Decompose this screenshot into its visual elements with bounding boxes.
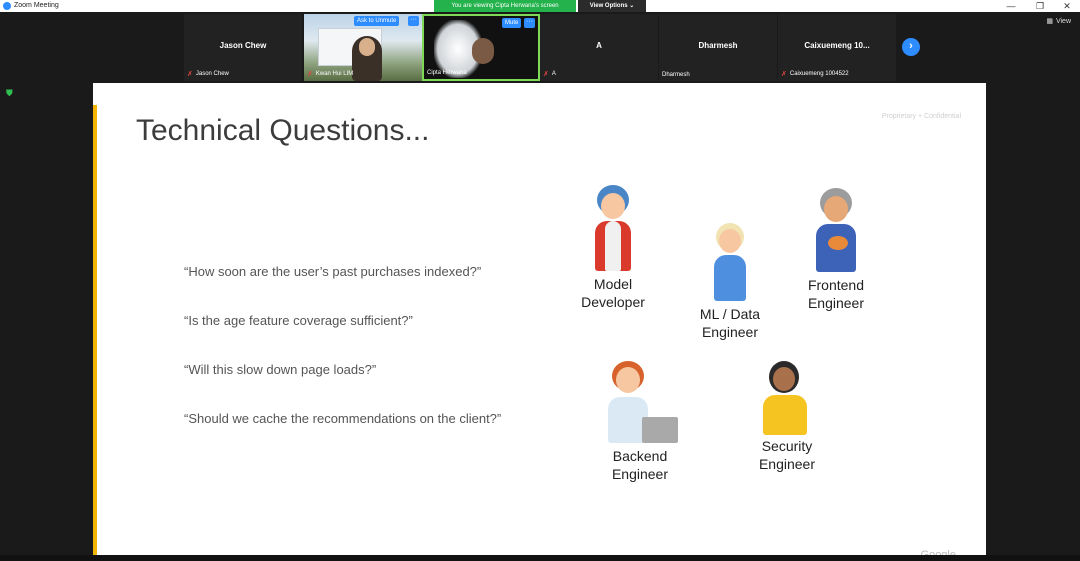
persona-label: Engineer (758, 456, 816, 472)
persona-model-developer: Model Developer (568, 183, 658, 311)
persona-label: Engineer (701, 324, 759, 340)
mic-muted-icon: ✗ (307, 71, 313, 78)
more-options-icon[interactable]: ··· (408, 16, 419, 26)
persona-label: Engineer (807, 295, 865, 311)
backend-engineer-illustration (600, 361, 680, 447)
persona-label: ML / Data (699, 306, 761, 322)
persona-security-engineer: Security Engineer (741, 361, 833, 473)
screen-share-banner: You are viewing Cipta Herwana's screen (434, 0, 576, 12)
question-item: “How soon are the user’s past purchases … (184, 264, 482, 279)
active-speaker-tile[interactable]: Mute ··· Cipta Herwana (422, 14, 540, 81)
security-shield-icon[interactable]: ⛊ (6, 88, 13, 99)
view-options-button[interactable]: View Options ⌄ (578, 0, 646, 12)
close-button[interactable]: ✕ (1052, 0, 1080, 12)
participant-name: Jason Chew (219, 41, 267, 50)
window-title: Zoom Meeting (14, 2, 59, 9)
persona-label: Model (593, 276, 633, 292)
restore-button[interactable]: ❐ (1025, 0, 1055, 12)
question-item: “Should we cache the recommendations on … (184, 411, 502, 426)
frontend-engineer-illustration (804, 188, 868, 276)
participant-label: A (551, 71, 556, 77)
participant-video-tile[interactable]: Ask to Unmute ··· ✗ Kwan Hui LIM (304, 14, 422, 81)
question-item: “Is the age feature coverage sufficient?… (184, 313, 413, 328)
persona-label: Engineer (611, 466, 669, 482)
participant-tile[interactable]: Caixuemeng 10... ✗ Caixuemeng 1004522 (778, 14, 896, 81)
persona-label: Backend (612, 448, 668, 464)
persona-label: Developer (581, 294, 645, 310)
confidential-label: Proprietary + Confidential (881, 113, 961, 120)
participant-tile[interactable]: Jason Chew ✗ Jason Chew (184, 14, 302, 81)
view-button[interactable]: ▦ View (1046, 17, 1074, 25)
persona-frontend-engineer: Frontend Engineer (791, 188, 881, 312)
persona-label: Security (761, 438, 813, 454)
zoom-app-icon (3, 2, 11, 10)
shared-slide: Technical Questions... Proprietary + Con… (93, 83, 986, 555)
ml-data-engineer-illustration (700, 223, 760, 305)
participant-name: Dharmesh (698, 41, 738, 50)
grid-view-icon: ▦ (1046, 18, 1053, 25)
meeting-toolbar (0, 555, 1080, 561)
persona-label: Frontend (807, 277, 865, 293)
slide-accent-bar (93, 105, 97, 555)
participant-tile[interactable]: Dharmesh Dharmesh (659, 14, 777, 81)
participant-name: Caixuemeng 10... (804, 41, 870, 50)
model-developer-illustration (583, 183, 643, 275)
mic-muted-icon: ✗ (781, 71, 787, 78)
participant-label: Kwan Hui LIM (315, 71, 354, 77)
more-options-icon[interactable]: ··· (524, 18, 535, 28)
ask-to-unmute-button[interactable]: Ask to Unmute (354, 16, 400, 26)
participant-name: A (596, 41, 602, 50)
minimize-button[interactable]: — (996, 0, 1026, 12)
slide-title: Technical Questions... (136, 114, 430, 147)
participant-tile[interactable]: A ✗ A (540, 14, 658, 81)
mic-muted-icon: ✗ (543, 71, 549, 78)
persona-backend-engineer: Backend Engineer (595, 361, 685, 483)
persona-ml-data-engineer: ML / Data Engineer (685, 223, 775, 341)
next-page-button[interactable]: › (902, 38, 920, 56)
question-item: “Will this slow down page loads?” (184, 362, 377, 377)
participant-label: Dharmesh (662, 72, 690, 78)
participant-label: Caixuemeng 1004522 (789, 71, 849, 77)
participant-label: Jason Chew (195, 71, 229, 77)
view-button-label: View (1055, 18, 1071, 25)
mute-button[interactable]: Mute (502, 18, 522, 28)
security-engineer-illustration (747, 361, 827, 437)
participant-label: Cipta Herwana (427, 70, 467, 76)
mic-muted-icon: ✗ (187, 71, 193, 78)
